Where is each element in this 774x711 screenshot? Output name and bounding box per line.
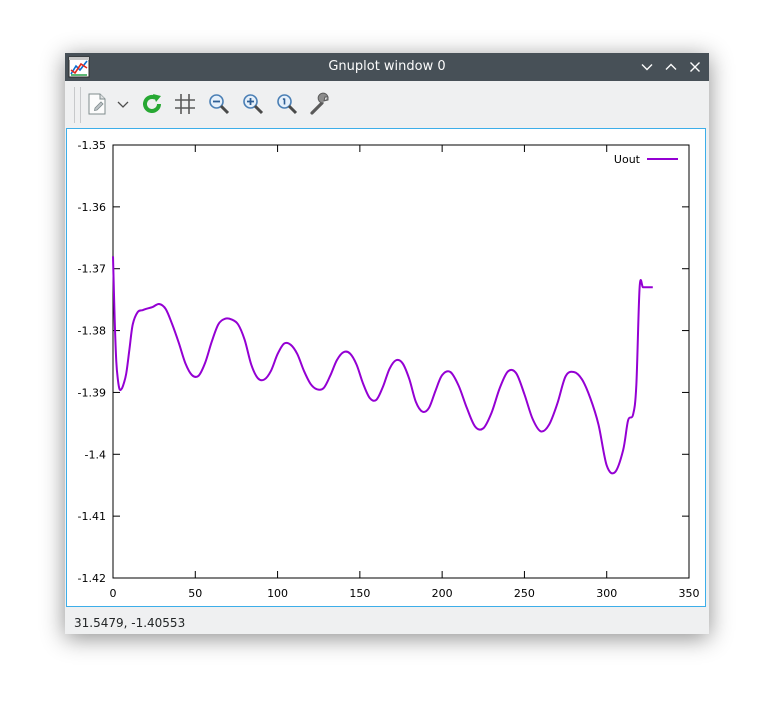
y-tick-label: -1.39 — [78, 386, 106, 399]
y-axis: -1.35 -1.36 -1.37 -1.38 -1.39 -1.4 -1.41 -1.42 — [78, 139, 689, 585]
y-tick-label: -1.42 — [78, 572, 106, 585]
export-icon — [88, 93, 106, 115]
y-tick-label: -1.4 — [85, 448, 106, 461]
zoom-in-icon — [243, 94, 264, 115]
close-icon — [690, 62, 700, 72]
x-axis: 0 50 100 150 200 250 300 350 — [110, 145, 700, 600]
close-button[interactable] — [686, 58, 704, 76]
legend-label-uout: Uout — [614, 153, 641, 166]
cursor-coordinates: 31.5479, -1.40553 — [74, 616, 186, 630]
x-tick-label: 100 — [267, 587, 288, 600]
grid-button[interactable] — [173, 92, 197, 116]
gnuplot-window: Gnuplot window 0 -1.35 -1.36 -1.37 -1.38… — [65, 53, 709, 634]
replot-icon — [143, 94, 161, 113]
minimize-button[interactable] — [638, 58, 656, 76]
toolbar-grip[interactable] — [74, 87, 81, 123]
chevron-down-icon — [641, 64, 653, 71]
line-chart[interactable]: -1.35-1.36-1.37-1.38-1.39-1.4-1.41-1.42 … — [67, 129, 705, 606]
export-menu-button[interactable] — [115, 92, 131, 116]
title-bar[interactable]: Gnuplot window 0 — [65, 53, 709, 81]
chevron-down-icon — [117, 101, 129, 108]
plot-area[interactable]: -1.35 -1.36 -1.37 -1.38 -1.39 -1.4 -1.41 -1.42 … — [66, 128, 706, 607]
y-tick-label: -1.38 — [78, 325, 106, 338]
maximize-button[interactable] — [662, 58, 680, 76]
window-title: Gnuplot window 0 — [328, 59, 446, 74]
x-tick-label: 300 — [596, 587, 617, 600]
x-tick-label: 200 — [432, 587, 453, 600]
toolbar — [65, 81, 709, 127]
y-tick-label: -1.35 — [78, 139, 106, 152]
series-line-uout — [112, 256, 653, 475]
y-tick-label: -1.37 — [78, 263, 106, 276]
x-tick-label: 350 — [679, 587, 700, 600]
grid-icon — [175, 94, 195, 114]
x-tick-label: 0 — [110, 587, 117, 600]
legend: Uout — [614, 153, 678, 166]
x-tick-label: 50 — [188, 587, 202, 600]
y-tick-label: -1.36 — [78, 201, 106, 214]
replot-button[interactable] — [140, 92, 164, 116]
x-tick-label: 250 — [514, 587, 535, 600]
chevron-up-icon — [665, 63, 677, 70]
settings-wrench-icon — [310, 92, 329, 115]
y-tick-label: -1.41 — [78, 510, 106, 523]
zoom-out-icon — [209, 94, 230, 115]
zoom-fit-icon — [277, 94, 298, 115]
zoom-in-button[interactable] — [241, 92, 265, 116]
zoom-out-button[interactable] — [207, 92, 231, 116]
settings-button[interactable] — [309, 92, 333, 116]
zoom-fit-button[interactable] — [275, 92, 299, 116]
x-tick-label: 150 — [349, 587, 370, 600]
export-button[interactable] — [85, 92, 109, 116]
